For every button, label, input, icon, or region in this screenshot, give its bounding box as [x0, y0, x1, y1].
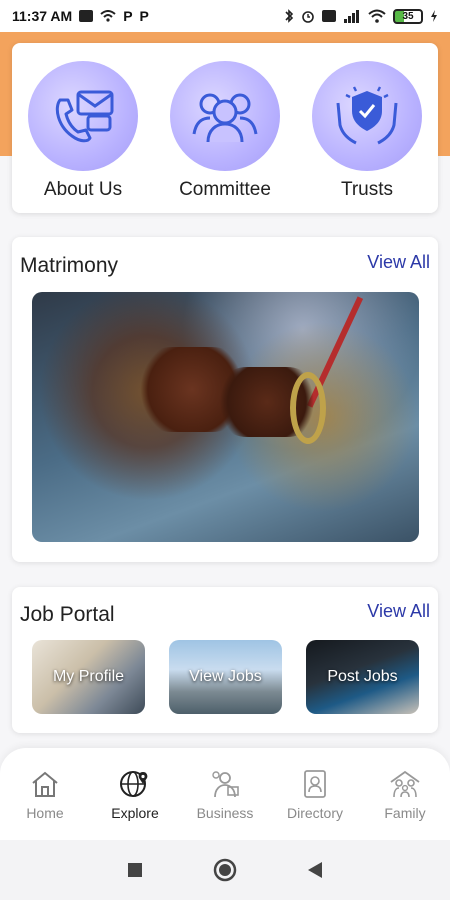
committee-button[interactable]: Committee: [165, 61, 285, 213]
about-us-label: About Us: [43, 179, 123, 200]
status-bar: 11:37 AM P P 35: [0, 0, 450, 32]
view-jobs-label: View Jobs: [189, 668, 262, 685]
post-jobs-label: Post Jobs: [327, 668, 398, 685]
wifi-icon: [368, 9, 386, 23]
p-app-icon: P: [123, 8, 133, 24]
contact-phone-mail-icon: [28, 61, 138, 171]
status-time: 11:37 AM: [12, 8, 73, 24]
p-app-icon-2: P: [139, 8, 149, 24]
nav-explore-label: Explore: [111, 805, 159, 821]
committee-label: Committee: [179, 179, 271, 200]
matrimony-banner-image[interactable]: [32, 292, 419, 542]
directory-icon: [299, 768, 331, 800]
nav-family-label: Family: [384, 805, 426, 821]
job-portal-view-all-link[interactable]: View All: [367, 601, 430, 622]
quick-links-card: About Us Committee Trusts: [12, 43, 438, 213]
trusts-label: Trusts: [340, 179, 394, 200]
nav-business[interactable]: Business: [185, 768, 265, 840]
charging-icon: [431, 10, 437, 22]
alarm-icon: [302, 11, 314, 23]
nav-directory-label: Directory: [286, 805, 343, 821]
home-circle-icon[interactable]: [213, 858, 237, 882]
battery-icon: 35: [393, 8, 423, 24]
nav-business-label: Business: [196, 805, 254, 821]
system-navigation-bar: [0, 840, 450, 900]
my-profile-label: My Profile: [52, 668, 125, 685]
bluetooth-icon: [285, 9, 294, 23]
my-profile-tile[interactable]: My Profile: [32, 640, 145, 714]
matrimony-title: Matrimony: [20, 254, 119, 277]
recent-apps-icon[interactable]: [127, 862, 143, 878]
home-icon: [29, 768, 61, 800]
job-portal-card: Job Portal View All My Profile View Jobs…: [12, 587, 438, 733]
matrimony-card: Matrimony View All: [12, 237, 438, 562]
bottom-navigation: Home Explore Business Directory Family: [0, 748, 450, 840]
explore-globe-icon: [119, 768, 151, 800]
trust-shield-hands-icon: [312, 61, 422, 171]
nav-explore[interactable]: Explore: [95, 768, 175, 840]
about-us-button[interactable]: About Us: [23, 61, 143, 213]
nav-directory[interactable]: Directory: [275, 768, 355, 840]
trusts-button[interactable]: Trusts: [307, 61, 427, 213]
view-jobs-tile[interactable]: View Jobs: [169, 640, 282, 714]
people-group-icon: [170, 61, 280, 171]
signal-icon: [344, 10, 359, 23]
nav-home[interactable]: Home: [5, 768, 85, 840]
data-saver-icon: [322, 10, 336, 22]
wifi-calling-icon: [100, 10, 116, 22]
post-jobs-tile[interactable]: Post Jobs: [306, 640, 419, 714]
nav-home-label: Home: [26, 805, 64, 821]
back-icon[interactable]: [307, 861, 323, 879]
nav-family[interactable]: Family: [365, 768, 445, 840]
business-icon: [209, 768, 241, 800]
message-icon: [79, 10, 94, 22]
matrimony-view-all-link[interactable]: View All: [367, 252, 430, 273]
job-portal-title: Job Portal: [20, 603, 115, 626]
family-icon: [389, 768, 421, 800]
